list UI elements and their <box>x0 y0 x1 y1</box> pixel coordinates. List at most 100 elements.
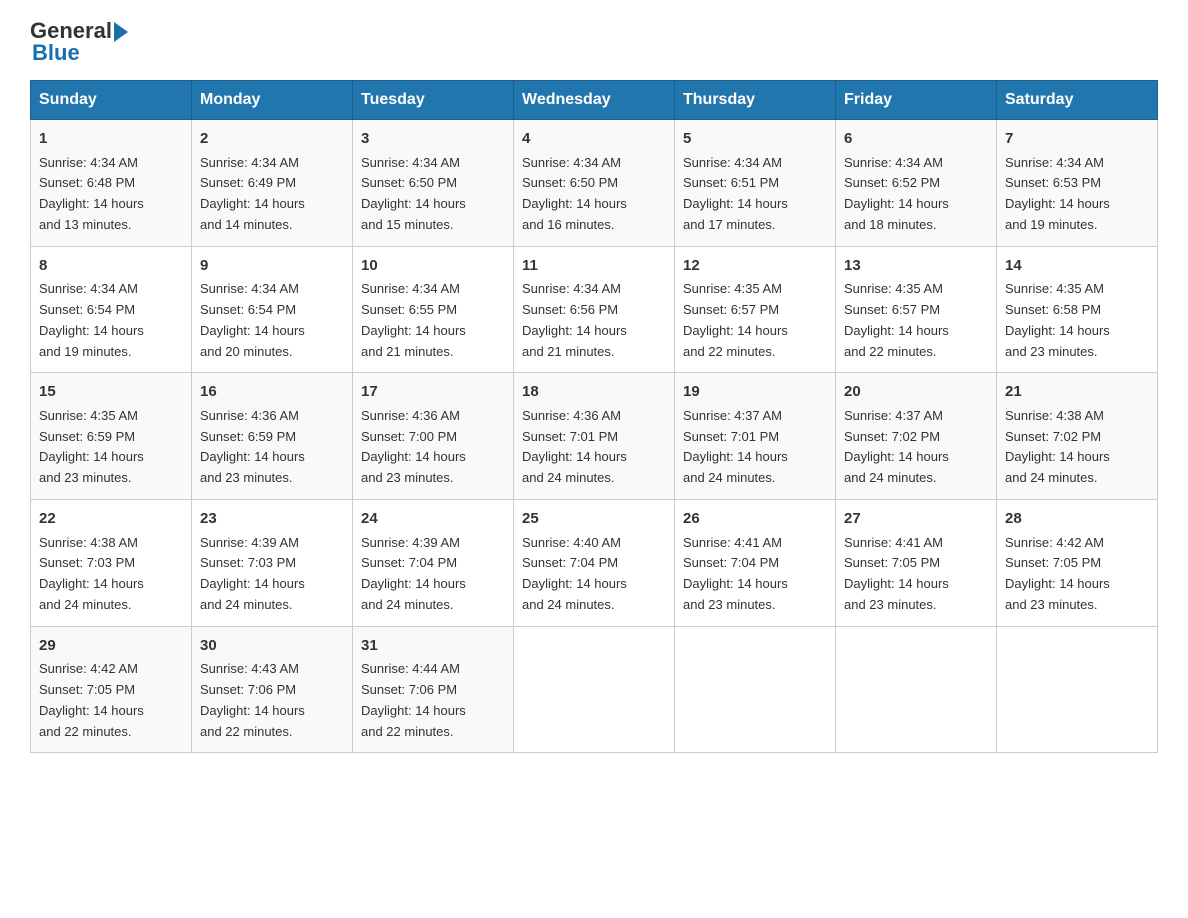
day-info: Sunrise: 4:35 AMSunset: 6:57 PMDaylight:… <box>844 279 988 362</box>
day-cell: 31Sunrise: 4:44 AMSunset: 7:06 PMDayligh… <box>353 626 514 753</box>
day-cell: 26Sunrise: 4:41 AMSunset: 7:04 PMDayligh… <box>675 500 836 627</box>
day-cell: 21Sunrise: 4:38 AMSunset: 7:02 PMDayligh… <box>997 373 1158 500</box>
day-cell: 29Sunrise: 4:42 AMSunset: 7:05 PMDayligh… <box>31 626 192 753</box>
day-info: Sunrise: 4:41 AMSunset: 7:04 PMDaylight:… <box>683 533 827 616</box>
day-cell: 18Sunrise: 4:36 AMSunset: 7:01 PMDayligh… <box>514 373 675 500</box>
day-cell: 3Sunrise: 4:34 AMSunset: 6:50 PMDaylight… <box>353 120 514 247</box>
day-number: 2 <box>200 128 344 151</box>
day-cell: 13Sunrise: 4:35 AMSunset: 6:57 PMDayligh… <box>836 246 997 373</box>
day-cell: 30Sunrise: 4:43 AMSunset: 7:06 PMDayligh… <box>192 626 353 753</box>
day-number: 23 <box>200 508 344 531</box>
week-row-4: 22Sunrise: 4:38 AMSunset: 7:03 PMDayligh… <box>31 500 1158 627</box>
day-cell: 14Sunrise: 4:35 AMSunset: 6:58 PMDayligh… <box>997 246 1158 373</box>
day-info: Sunrise: 4:34 AMSunset: 6:48 PMDaylight:… <box>39 153 183 236</box>
day-info: Sunrise: 4:34 AMSunset: 6:49 PMDaylight:… <box>200 153 344 236</box>
day-info: Sunrise: 4:34 AMSunset: 6:50 PMDaylight:… <box>361 153 505 236</box>
day-number: 27 <box>844 508 988 531</box>
day-cell <box>675 626 836 753</box>
page-header: General Blue <box>30 20 1158 64</box>
day-number: 21 <box>1005 381 1149 404</box>
calendar-table: SundayMondayTuesdayWednesdayThursdayFrid… <box>30 80 1158 753</box>
day-info: Sunrise: 4:42 AMSunset: 7:05 PMDaylight:… <box>39 659 183 742</box>
week-row-3: 15Sunrise: 4:35 AMSunset: 6:59 PMDayligh… <box>31 373 1158 500</box>
day-cell: 2Sunrise: 4:34 AMSunset: 6:49 PMDaylight… <box>192 120 353 247</box>
day-info: Sunrise: 4:34 AMSunset: 6:51 PMDaylight:… <box>683 153 827 236</box>
day-cell: 23Sunrise: 4:39 AMSunset: 7:03 PMDayligh… <box>192 500 353 627</box>
day-info: Sunrise: 4:36 AMSunset: 7:00 PMDaylight:… <box>361 406 505 489</box>
day-info: Sunrise: 4:35 AMSunset: 6:57 PMDaylight:… <box>683 279 827 362</box>
day-cell: 5Sunrise: 4:34 AMSunset: 6:51 PMDaylight… <box>675 120 836 247</box>
day-number: 16 <box>200 381 344 404</box>
day-info: Sunrise: 4:34 AMSunset: 6:53 PMDaylight:… <box>1005 153 1149 236</box>
week-row-1: 1Sunrise: 4:34 AMSunset: 6:48 PMDaylight… <box>31 120 1158 247</box>
day-info: Sunrise: 4:44 AMSunset: 7:06 PMDaylight:… <box>361 659 505 742</box>
day-number: 6 <box>844 128 988 151</box>
day-cell: 8Sunrise: 4:34 AMSunset: 6:54 PMDaylight… <box>31 246 192 373</box>
day-info: Sunrise: 4:37 AMSunset: 7:02 PMDaylight:… <box>844 406 988 489</box>
day-cell: 11Sunrise: 4:34 AMSunset: 6:56 PMDayligh… <box>514 246 675 373</box>
day-cell: 19Sunrise: 4:37 AMSunset: 7:01 PMDayligh… <box>675 373 836 500</box>
day-number: 8 <box>39 255 183 278</box>
week-row-5: 29Sunrise: 4:42 AMSunset: 7:05 PMDayligh… <box>31 626 1158 753</box>
calendar-header-row: SundayMondayTuesdayWednesdayThursdayFrid… <box>31 81 1158 120</box>
day-number: 3 <box>361 128 505 151</box>
day-info: Sunrise: 4:38 AMSunset: 7:03 PMDaylight:… <box>39 533 183 616</box>
header-tuesday: Tuesday <box>353 81 514 120</box>
day-number: 14 <box>1005 255 1149 278</box>
day-number: 12 <box>683 255 827 278</box>
logo-triangle-icon <box>114 22 128 42</box>
day-info: Sunrise: 4:41 AMSunset: 7:05 PMDaylight:… <box>844 533 988 616</box>
day-number: 29 <box>39 635 183 658</box>
day-cell: 10Sunrise: 4:34 AMSunset: 6:55 PMDayligh… <box>353 246 514 373</box>
day-number: 22 <box>39 508 183 531</box>
day-number: 13 <box>844 255 988 278</box>
day-number: 19 <box>683 381 827 404</box>
day-number: 1 <box>39 128 183 151</box>
day-info: Sunrise: 4:39 AMSunset: 7:04 PMDaylight:… <box>361 533 505 616</box>
day-cell: 27Sunrise: 4:41 AMSunset: 7:05 PMDayligh… <box>836 500 997 627</box>
day-info: Sunrise: 4:34 AMSunset: 6:50 PMDaylight:… <box>522 153 666 236</box>
header-sunday: Sunday <box>31 81 192 120</box>
day-number: 20 <box>844 381 988 404</box>
day-info: Sunrise: 4:34 AMSunset: 6:54 PMDaylight:… <box>39 279 183 362</box>
day-info: Sunrise: 4:34 AMSunset: 6:52 PMDaylight:… <box>844 153 988 236</box>
day-info: Sunrise: 4:34 AMSunset: 6:55 PMDaylight:… <box>361 279 505 362</box>
day-cell: 15Sunrise: 4:35 AMSunset: 6:59 PMDayligh… <box>31 373 192 500</box>
day-number: 4 <box>522 128 666 151</box>
day-number: 11 <box>522 255 666 278</box>
day-number: 7 <box>1005 128 1149 151</box>
day-cell: 22Sunrise: 4:38 AMSunset: 7:03 PMDayligh… <box>31 500 192 627</box>
day-number: 17 <box>361 381 505 404</box>
header-friday: Friday <box>836 81 997 120</box>
day-cell: 25Sunrise: 4:40 AMSunset: 7:04 PMDayligh… <box>514 500 675 627</box>
day-cell <box>836 626 997 753</box>
day-number: 25 <box>522 508 666 531</box>
week-row-2: 8Sunrise: 4:34 AMSunset: 6:54 PMDaylight… <box>31 246 1158 373</box>
day-info: Sunrise: 4:43 AMSunset: 7:06 PMDaylight:… <box>200 659 344 742</box>
day-number: 18 <box>522 381 666 404</box>
day-cell: 16Sunrise: 4:36 AMSunset: 6:59 PMDayligh… <box>192 373 353 500</box>
logo-general-text: General <box>30 20 112 42</box>
day-info: Sunrise: 4:39 AMSunset: 7:03 PMDaylight:… <box>200 533 344 616</box>
header-saturday: Saturday <box>997 81 1158 120</box>
day-cell <box>997 626 1158 753</box>
day-cell: 28Sunrise: 4:42 AMSunset: 7:05 PMDayligh… <box>997 500 1158 627</box>
day-info: Sunrise: 4:36 AMSunset: 6:59 PMDaylight:… <box>200 406 344 489</box>
day-cell: 1Sunrise: 4:34 AMSunset: 6:48 PMDaylight… <box>31 120 192 247</box>
day-info: Sunrise: 4:35 AMSunset: 6:59 PMDaylight:… <box>39 406 183 489</box>
day-number: 24 <box>361 508 505 531</box>
day-cell: 24Sunrise: 4:39 AMSunset: 7:04 PMDayligh… <box>353 500 514 627</box>
day-cell: 7Sunrise: 4:34 AMSunset: 6:53 PMDaylight… <box>997 120 1158 247</box>
logo: General Blue <box>30 20 128 64</box>
day-info: Sunrise: 4:34 AMSunset: 6:54 PMDaylight:… <box>200 279 344 362</box>
day-cell: 6Sunrise: 4:34 AMSunset: 6:52 PMDaylight… <box>836 120 997 247</box>
day-info: Sunrise: 4:36 AMSunset: 7:01 PMDaylight:… <box>522 406 666 489</box>
day-info: Sunrise: 4:37 AMSunset: 7:01 PMDaylight:… <box>683 406 827 489</box>
day-info: Sunrise: 4:42 AMSunset: 7:05 PMDaylight:… <box>1005 533 1149 616</box>
day-number: 10 <box>361 255 505 278</box>
day-info: Sunrise: 4:35 AMSunset: 6:58 PMDaylight:… <box>1005 279 1149 362</box>
day-cell: 4Sunrise: 4:34 AMSunset: 6:50 PMDaylight… <box>514 120 675 247</box>
header-thursday: Thursday <box>675 81 836 120</box>
day-info: Sunrise: 4:40 AMSunset: 7:04 PMDaylight:… <box>522 533 666 616</box>
day-number: 15 <box>39 381 183 404</box>
